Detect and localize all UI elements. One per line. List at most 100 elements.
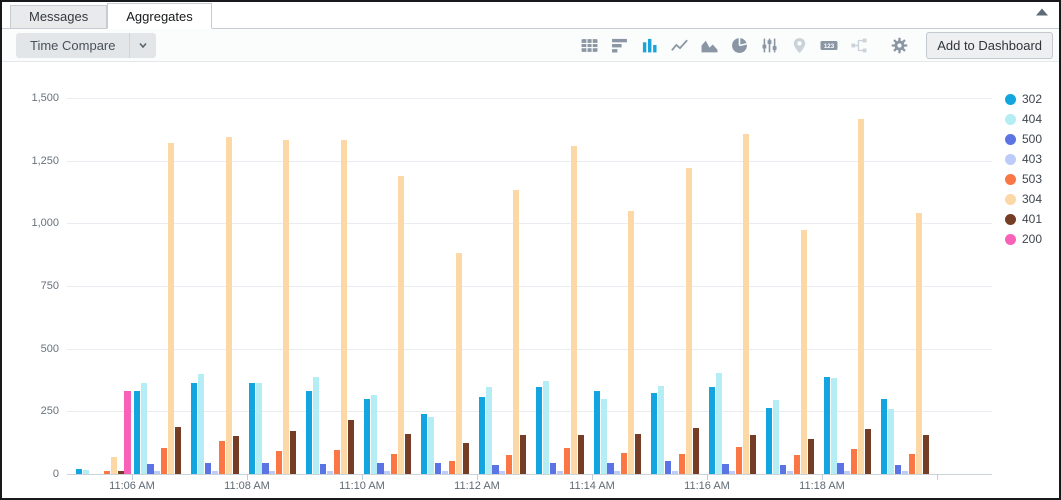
bar-500[interactable] bbox=[147, 464, 153, 474]
bar-302[interactable] bbox=[594, 391, 600, 474]
bar-503[interactable] bbox=[679, 454, 685, 474]
collapse-panel-button[interactable] bbox=[1033, 5, 1051, 19]
bar-401[interactable] bbox=[290, 431, 296, 474]
legend-item-302[interactable]: 302 bbox=[1005, 92, 1042, 106]
bar-304[interactable] bbox=[743, 134, 749, 474]
bar-500[interactable] bbox=[492, 465, 498, 474]
bar-404[interactable] bbox=[543, 381, 549, 474]
bar-503[interactable] bbox=[851, 449, 857, 474]
bar-503[interactable] bbox=[161, 448, 167, 474]
bar-404[interactable] bbox=[888, 409, 894, 474]
bar-401[interactable] bbox=[405, 434, 411, 474]
bar-500[interactable] bbox=[895, 465, 901, 474]
bar-horizontal-icon[interactable] bbox=[610, 36, 628, 54]
bar-503[interactable] bbox=[449, 461, 455, 474]
bar-401[interactable] bbox=[463, 443, 469, 474]
bar-500[interactable] bbox=[837, 463, 843, 474]
bar-vertical-icon[interactable] bbox=[640, 36, 658, 54]
bar-302[interactable] bbox=[249, 383, 255, 474]
bar-503[interactable] bbox=[621, 453, 627, 474]
bar-503[interactable] bbox=[219, 441, 225, 474]
bar-401[interactable] bbox=[693, 428, 699, 474]
bar-304[interactable] bbox=[571, 146, 577, 474]
bar-304[interactable] bbox=[513, 190, 519, 474]
legend-item-503[interactable]: 503 bbox=[1005, 172, 1042, 186]
bar-404[interactable] bbox=[658, 386, 664, 474]
bar-304[interactable] bbox=[916, 213, 922, 474]
bar-404[interactable] bbox=[141, 383, 147, 474]
bar-302[interactable] bbox=[651, 393, 657, 474]
bar-503[interactable] bbox=[391, 454, 397, 474]
legend-item-403[interactable]: 403 bbox=[1005, 152, 1042, 166]
bar-304[interactable] bbox=[628, 211, 634, 474]
bar-500[interactable] bbox=[780, 465, 786, 474]
bar-401[interactable] bbox=[348, 420, 354, 474]
legend-item-404[interactable]: 404 bbox=[1005, 112, 1042, 126]
single-value-icon[interactable]: 123 bbox=[820, 36, 838, 54]
bar-304[interactable] bbox=[801, 230, 807, 474]
bar-302[interactable] bbox=[306, 391, 312, 474]
bar-503[interactable] bbox=[564, 448, 570, 474]
bar-500[interactable] bbox=[550, 463, 556, 474]
sliders-icon[interactable] bbox=[760, 36, 778, 54]
bar-500[interactable] bbox=[320, 464, 326, 474]
bar-302[interactable] bbox=[134, 391, 140, 474]
bar-500[interactable] bbox=[665, 461, 671, 474]
bar-401[interactable] bbox=[865, 429, 871, 474]
time-compare-dropdown[interactable] bbox=[130, 33, 156, 58]
bar-304[interactable] bbox=[168, 143, 174, 474]
bar-304[interactable] bbox=[456, 253, 462, 474]
bar-500[interactable] bbox=[722, 464, 728, 474]
bar-500[interactable] bbox=[262, 463, 268, 474]
bar-404[interactable] bbox=[773, 400, 779, 474]
bar-401[interactable] bbox=[578, 435, 584, 474]
bar-401[interactable] bbox=[923, 435, 929, 474]
bar-503[interactable] bbox=[794, 455, 800, 474]
bar-500[interactable] bbox=[607, 463, 613, 474]
legend-item-200[interactable]: 200 bbox=[1005, 232, 1042, 246]
bar-304[interactable] bbox=[283, 140, 289, 474]
gear-icon[interactable] bbox=[890, 36, 908, 54]
bar-401[interactable] bbox=[750, 435, 756, 474]
bar-500[interactable] bbox=[205, 463, 211, 474]
bar-404[interactable] bbox=[371, 395, 377, 474]
pie-chart-icon[interactable] bbox=[730, 36, 748, 54]
bar-404[interactable] bbox=[198, 374, 204, 474]
bar-401[interactable] bbox=[520, 435, 526, 474]
bar-302[interactable] bbox=[766, 408, 772, 474]
bar-503[interactable] bbox=[506, 455, 512, 474]
bar-200[interactable] bbox=[124, 391, 130, 474]
add-to-dashboard-button[interactable]: Add to Dashboard bbox=[926, 32, 1053, 59]
bar-304[interactable] bbox=[226, 137, 232, 474]
bar-304[interactable] bbox=[686, 168, 692, 474]
bar-404[interactable] bbox=[428, 417, 434, 474]
bar-401[interactable] bbox=[635, 434, 641, 474]
bar-302[interactable] bbox=[479, 397, 485, 474]
bar-503[interactable] bbox=[909, 454, 915, 474]
area-chart-icon[interactable] bbox=[700, 36, 718, 54]
bar-304[interactable] bbox=[341, 140, 347, 474]
bar-304[interactable] bbox=[858, 119, 864, 474]
bar-302[interactable] bbox=[536, 387, 542, 474]
bar-404[interactable] bbox=[601, 399, 607, 474]
bar-500[interactable] bbox=[435, 463, 441, 474]
bar-404[interactable] bbox=[716, 373, 722, 474]
bar-503[interactable] bbox=[276, 451, 282, 474]
bar-401[interactable] bbox=[175, 427, 181, 474]
bar-401[interactable] bbox=[808, 439, 814, 474]
legend-item-500[interactable]: 500 bbox=[1005, 132, 1042, 146]
tab-aggregates[interactable]: Aggregates bbox=[107, 3, 212, 29]
bar-304[interactable] bbox=[111, 457, 117, 474]
bar-302[interactable] bbox=[709, 387, 715, 474]
time-compare-button[interactable]: Time Compare bbox=[16, 33, 156, 58]
table-icon[interactable] bbox=[580, 36, 598, 54]
line-chart-icon[interactable] bbox=[670, 36, 688, 54]
bar-500[interactable] bbox=[377, 463, 383, 474]
bar-302[interactable] bbox=[421, 414, 427, 474]
bar-302[interactable] bbox=[364, 399, 370, 474]
tab-messages[interactable]: Messages bbox=[10, 5, 107, 28]
bar-404[interactable] bbox=[486, 387, 492, 474]
bar-404[interactable] bbox=[313, 377, 319, 474]
legend-item-401[interactable]: 401 bbox=[1005, 212, 1042, 226]
bar-404[interactable] bbox=[831, 378, 837, 474]
